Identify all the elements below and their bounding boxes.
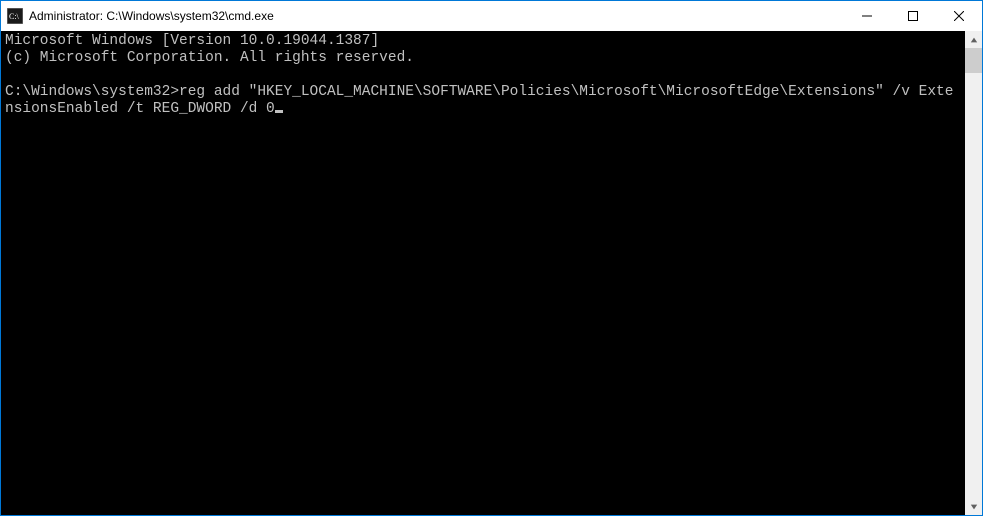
minimize-button[interactable] [844, 1, 890, 31]
banner-line: (c) Microsoft Corporation. All rights re… [5, 50, 414, 66]
cmd-icon: C:\ [7, 8, 23, 24]
banner-line: Microsoft Windows [Version 10.0.19044.13… [5, 33, 379, 49]
client-area: Microsoft Windows [Version 10.0.19044.13… [1, 31, 982, 515]
cmd-window: C:\ Administrator: C:\Windows\system32\c… [0, 0, 983, 516]
cursor [275, 110, 283, 113]
maximize-button[interactable] [890, 1, 936, 31]
scroll-track[interactable] [965, 48, 982, 498]
close-button[interactable] [936, 1, 982, 31]
scroll-thumb[interactable] [965, 48, 982, 73]
scroll-down-button[interactable] [965, 498, 982, 515]
scroll-up-button[interactable] [965, 31, 982, 48]
window-title: Administrator: C:\Windows\system32\cmd.e… [29, 9, 844, 23]
terminal-output[interactable]: Microsoft Windows [Version 10.0.19044.13… [1, 31, 965, 515]
window-controls [844, 1, 982, 31]
titlebar[interactable]: C:\ Administrator: C:\Windows\system32\c… [1, 1, 982, 31]
vertical-scrollbar[interactable] [965, 31, 982, 515]
svg-text:C:\: C:\ [9, 12, 20, 21]
prompt: C:\Windows\system32> [5, 84, 179, 100]
